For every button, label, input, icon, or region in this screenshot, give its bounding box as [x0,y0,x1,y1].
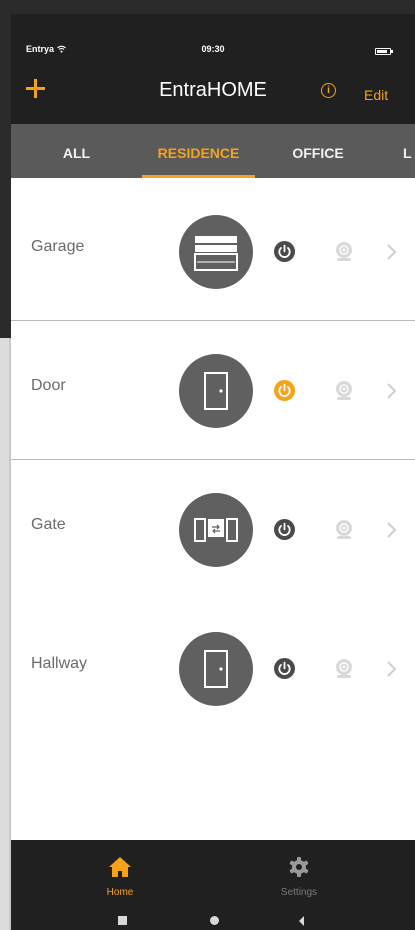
device-name: Door [31,377,66,394]
tab-bar: ALL RESIDENCE OFFICE L [11,124,415,178]
power-icon[interactable] [274,519,295,540]
nav-home[interactable]: Home [70,856,170,898]
tab-partial[interactable]: L [403,124,415,178]
battery-icon [375,48,393,55]
window-left-frame-dark [0,0,11,338]
device-name: Gate [31,516,66,533]
device-row-gate[interactable]: Gate [11,460,415,599]
camera-icon[interactable] [333,519,355,541]
power-icon[interactable] [274,380,295,401]
phone-screen: Entrya 09:30 EntraHOME i Edit ALL RESIDE… [11,14,415,930]
recent-apps-button[interactable] [118,916,127,925]
nav-settings[interactable]: Settings [249,856,349,898]
camera-icon[interactable] [333,241,355,263]
chevron-right-icon[interactable] [383,521,401,539]
tab-office[interactable]: OFFICE [255,124,381,178]
camera-icon[interactable] [333,380,355,402]
app-header: Entrya 09:30 EntraHOME i Edit [11,14,415,124]
system-nav-bar [11,916,415,930]
chevron-right-icon[interactable] [383,660,401,678]
edit-button[interactable]: Edit [364,87,388,103]
gate-icon[interactable] [179,493,253,567]
device-row-garage[interactable]: Garage [11,182,415,321]
device-name: Hallway [31,655,88,672]
tab-active-indicator [142,175,255,178]
status-time: 09:30 [201,44,225,54]
window-top-frame [0,0,415,14]
bottom-nav: Home Settings [11,840,415,930]
device-row-door[interactable]: Door [11,321,415,460]
camera-icon[interactable] [333,658,355,680]
power-icon[interactable] [274,658,295,679]
info-icon[interactable]: i [321,83,336,98]
door-icon[interactable] [179,632,253,706]
device-name: Garage [31,238,85,255]
page-title: EntraHOME [159,79,267,101]
home-icon [109,857,131,877]
home-system-button[interactable] [210,916,219,925]
garage-door-icon[interactable] [179,215,253,289]
device-row-hallway[interactable]: Hallway [11,599,415,738]
nav-home-label: Home [106,887,134,898]
nav-settings-label: Settings [280,887,318,898]
back-button[interactable] [298,916,306,926]
power-icon[interactable] [274,241,295,262]
gear-icon [289,857,309,877]
tab-residence[interactable]: RESIDENCE [142,124,255,178]
tab-all[interactable]: ALL [11,124,142,178]
door-icon[interactable] [179,354,253,428]
chevron-right-icon[interactable] [383,382,401,400]
chevron-right-icon[interactable] [383,243,401,261]
